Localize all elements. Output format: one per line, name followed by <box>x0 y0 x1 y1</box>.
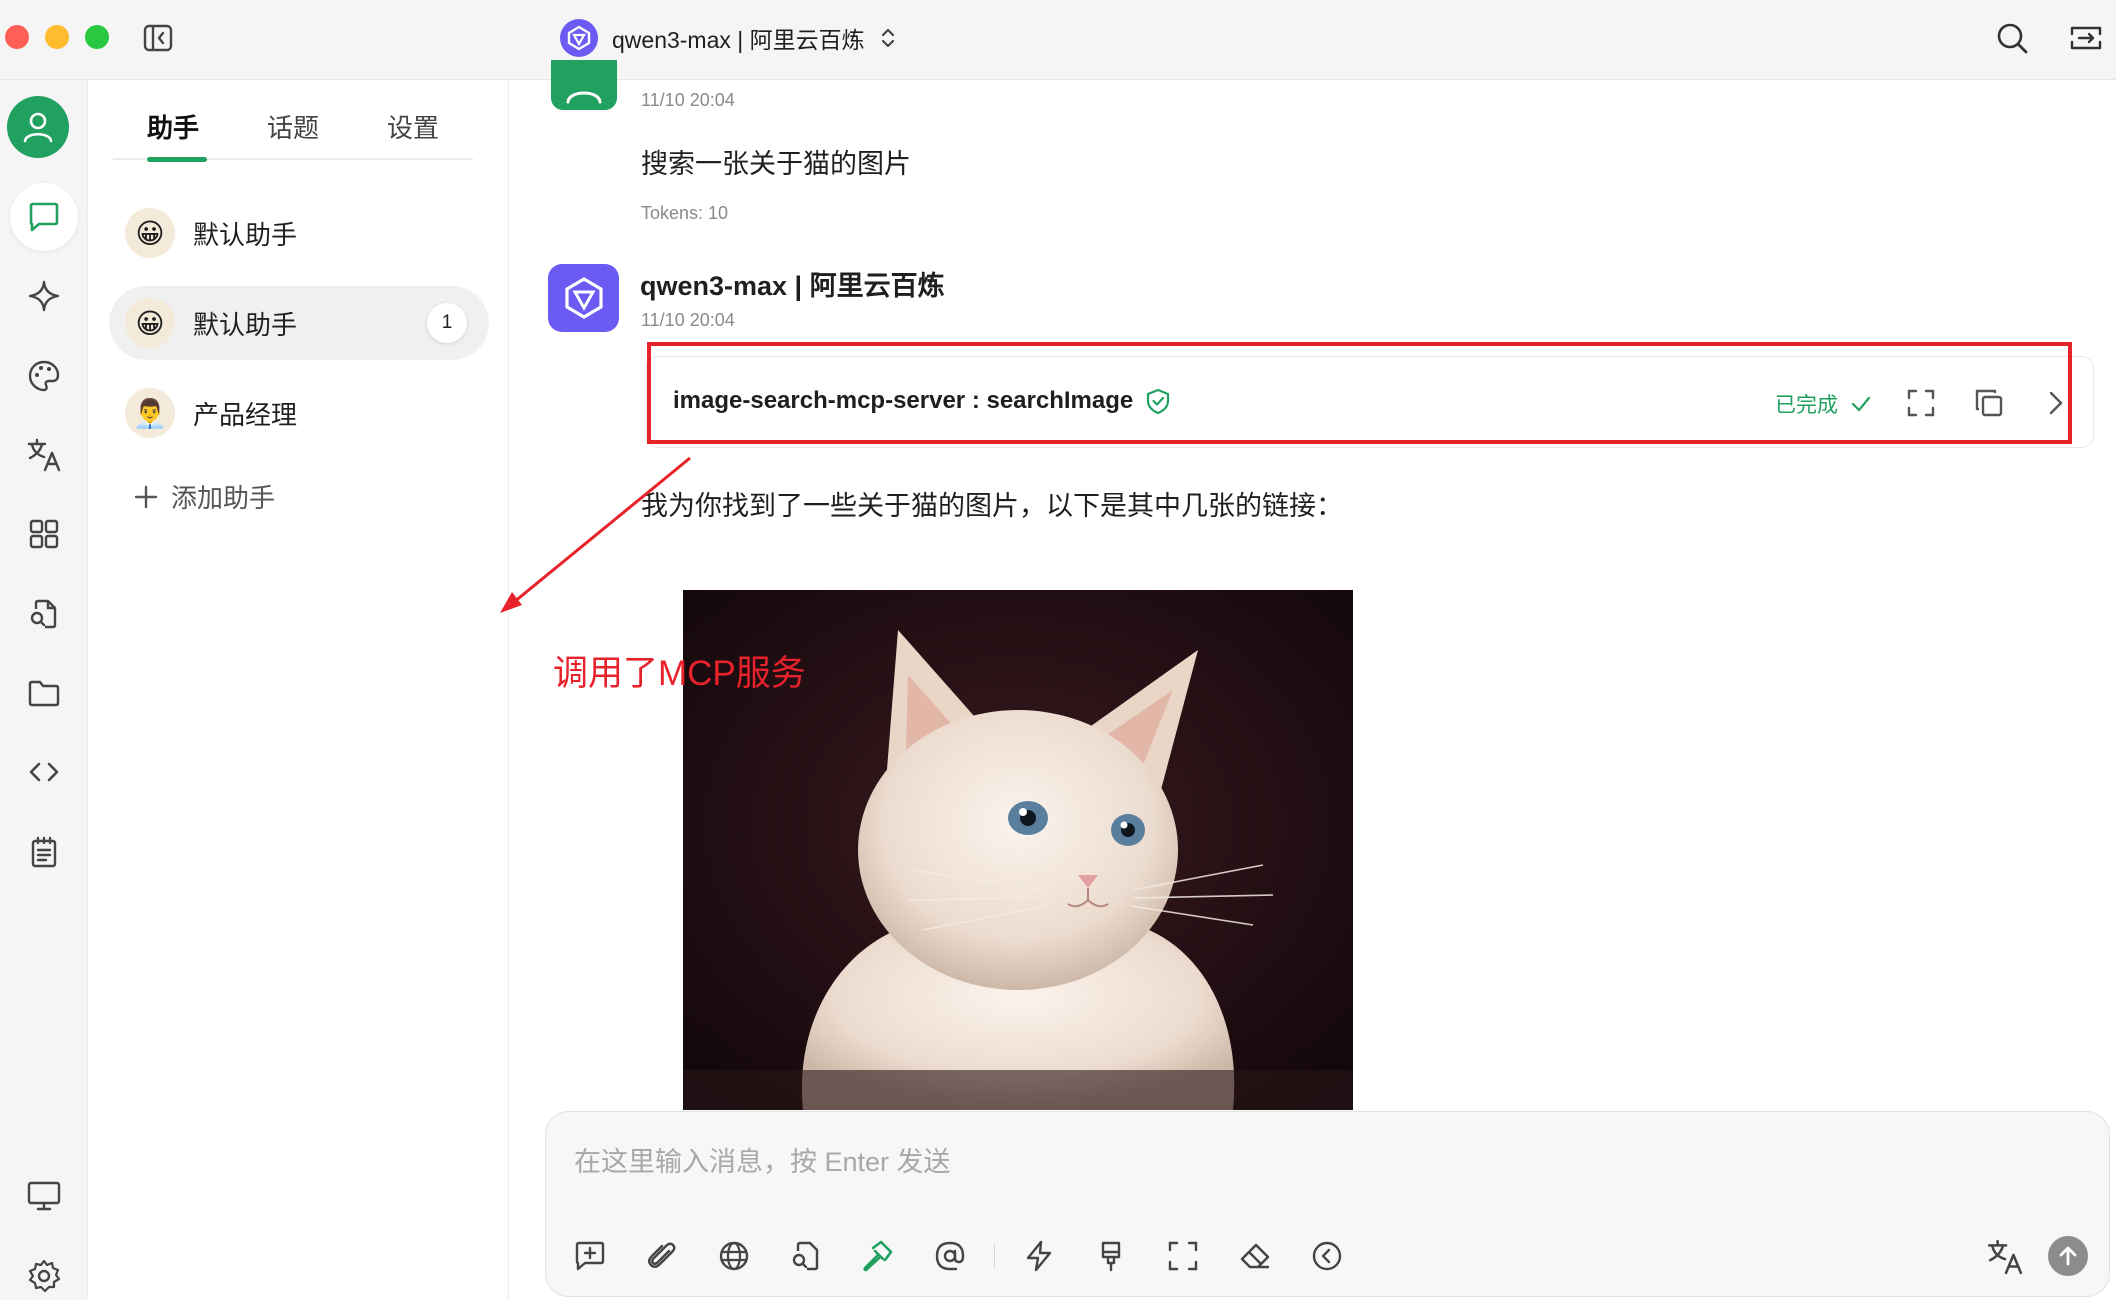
file-icon[interactable] <box>788 1238 824 1274</box>
mention-icon[interactable] <box>932 1238 968 1274</box>
user-avatar-icon[interactable] <box>7 96 69 158</box>
clear-style-icon[interactable] <box>1093 1238 1129 1274</box>
user-avatar-icon <box>551 60 617 110</box>
send-icon <box>2056 1244 2080 1268</box>
assistant-item-default-selected[interactable]: 😀 默认助手 1 <box>109 286 489 360</box>
apps-icon[interactable] <box>10 500 78 568</box>
assistant-item-product-manager[interactable]: 👨‍💼 产品经理 <box>109 376 489 450</box>
qwen-model-avatar-icon <box>548 264 619 332</box>
translate-icon[interactable] <box>1986 1238 2024 1276</box>
assistant-label: 默认助手 <box>193 219 298 250</box>
tab-settings[interactable]: 设置 <box>353 104 473 158</box>
code-icon[interactable] <box>10 738 78 806</box>
mcp-tools-icon[interactable] <box>860 1238 896 1274</box>
model-message-time: 11/10 20:04 <box>641 310 735 330</box>
assistant-panel: 助手 话题 设置 😀 默认助手 😀 默认助手 1 👨‍💼 产品经理 添加助手 <box>89 80 509 1300</box>
assistant-emoji-icon: 😀 <box>125 208 175 258</box>
translate-icon[interactable] <box>10 421 78 489</box>
input-toolbar <box>572 1238 1381 1274</box>
title-bar: qwen3-max | 阿里云百炼 <box>0 0 2116 80</box>
chevron-updown-icon <box>879 25 897 51</box>
toolbar-divider <box>994 1243 995 1269</box>
assistant-label: 默认助手 <box>193 309 298 340</box>
sidebar-toggle-icon[interactable] <box>142 22 174 54</box>
plus-icon <box>133 484 159 510</box>
app-window: qwen3-max | 阿里云百炼 助手 话题 设置 😀 默认助手 😀 默认助手… <box>0 0 2116 1300</box>
qwen-logo-icon <box>560 19 598 57</box>
layout-toggle-icon[interactable] <box>2068 20 2104 56</box>
add-assistant-label: 添加助手 <box>171 483 276 513</box>
send-button[interactable] <box>2048 1236 2088 1276</box>
annotation-text: 调用了MCP服务 <box>553 654 806 693</box>
window-maximize-button[interactable] <box>85 25 109 49</box>
notes-icon[interactable] <box>10 818 78 886</box>
eraser-icon[interactable] <box>1237 1238 1273 1274</box>
expand-icon[interactable] <box>1165 1238 1201 1274</box>
new-topic-icon[interactable] <box>572 1238 608 1274</box>
web-search-icon[interactable] <box>716 1238 752 1274</box>
tab-assistants[interactable]: 助手 <box>113 104 233 162</box>
sparkle-icon[interactable] <box>10 262 78 330</box>
chat-icon[interactable] <box>10 183 78 251</box>
tab-topics[interactable]: 话题 <box>233 104 353 158</box>
settings-icon[interactable] <box>10 1242 78 1300</box>
model-message-text: 我为你找到了一些关于猫的图片，以下是其中几张的链接： <box>641 491 1343 521</box>
assistant-item-default[interactable]: 😀 默认助手 <box>109 196 489 270</box>
assistant-emoji-icon: 😀 <box>125 298 175 348</box>
folder-icon[interactable] <box>10 659 78 727</box>
search-icon[interactable] <box>1994 20 2030 56</box>
user-message-time: 11/10 20:04 <box>641 90 735 110</box>
assistant-label: 产品经理 <box>193 399 298 430</box>
model-selector-label: qwen3-max | 阿里云百炼 <box>612 27 865 53</box>
token-count: Tokens: 10 <box>641 203 729 223</box>
collapse-icon[interactable] <box>1309 1238 1345 1274</box>
model-selector[interactable]: qwen3-max | 阿里云百炼 <box>560 18 897 58</box>
assistant-emoji-icon: 👨‍💼 <box>125 388 175 438</box>
window-minimize-button[interactable] <box>45 25 69 49</box>
add-assistant-button[interactable]: 添加助手 <box>133 478 275 515</box>
file-search-icon[interactable] <box>10 580 78 648</box>
topic-count-badge: 1 <box>427 303 467 343</box>
message-input-box <box>545 1111 2110 1297</box>
palette-icon[interactable] <box>10 342 78 410</box>
icon-rail <box>0 80 88 1300</box>
window-close-button[interactable] <box>5 25 29 49</box>
message-input[interactable] <box>574 1140 1974 1184</box>
panel-tabs: 助手 话题 设置 <box>113 104 473 162</box>
monitor-icon[interactable] <box>10 1162 78 1230</box>
quick-phrase-icon[interactable] <box>1021 1238 1057 1274</box>
attachment-icon[interactable] <box>644 1238 680 1274</box>
annotation-highlight-box <box>647 342 2072 444</box>
user-message-text: 搜索一张关于猫的图片 <box>641 149 911 179</box>
model-message-name: qwen3-max | 阿里云百炼 <box>640 271 945 301</box>
